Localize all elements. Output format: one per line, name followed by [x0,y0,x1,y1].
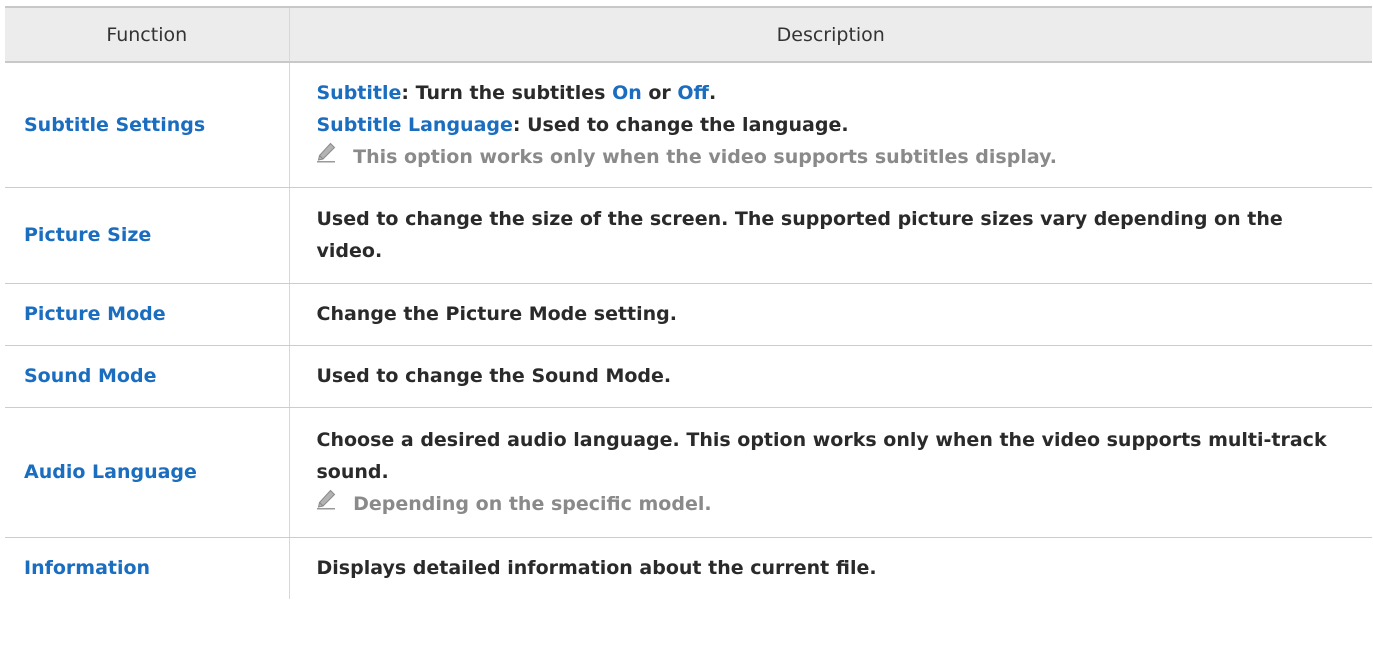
description-text: or [641,81,678,104]
description-line: Subtitle: Turn the subtitles On or Off. [317,77,1349,109]
option-subtitle-language[interactable]: Subtitle Language [317,114,513,136]
function-audio-language[interactable]: Audio Language [5,407,290,538]
table-row: Sound Mode Used to change the Sound Mode… [5,345,1372,408]
table-row: Information Displays detailed informatio… [5,537,1372,599]
description-cell: Subtitle: Turn the subtitles On or Off. … [289,62,1372,188]
description-cell: Displays detailed information about the … [316,557,877,580]
pencil-icon [316,489,335,510]
table-row: Picture Size Used to change the size of … [5,187,1372,284]
description-cell: Change the Picture Mode setting. [289,283,1372,346]
description-text: . [708,81,717,104]
description-text: Choose a desired audio language. This op… [316,429,1327,483]
pencil-icon [316,142,335,163]
description-cell: Used to change the Sound Mode. [289,345,1372,408]
option-off[interactable]: Off [677,82,709,104]
note-text: This option works only when the video su… [353,145,1057,168]
note-line: This option works only when the video su… [316,141,1349,173]
table-row: Subtitle Settings Subtitle: Turn the sub… [5,62,1372,188]
description-line: Subtitle Language: Used to change the la… [317,109,1349,141]
function-sound-mode[interactable]: Sound Mode [5,345,290,408]
description-text: : Used to change the language. [512,113,849,136]
function-information[interactable]: Information [5,537,290,599]
header-description: Description [289,6,1372,63]
option-subtitle[interactable]: Subtitle [317,82,402,104]
function-table: Function Description Subtitle Settings S… [5,6,1372,599]
function-subtitle-settings[interactable]: Subtitle Settings [5,62,290,188]
function-picture-size[interactable]: Picture Size [5,187,290,284]
option-on[interactable]: On [612,82,642,104]
table-header-row: Function Description [5,6,1372,63]
note-line: Depending on the specific model. [316,488,1349,520]
table-row: Audio Language Choose a desired audio la… [5,407,1372,538]
function-picture-mode[interactable]: Picture Mode [5,283,290,346]
note-text: Depending on the specific model. [353,493,712,515]
description-text: : Turn the subtitles [401,81,613,104]
description-cell: Used to change the size of the screen. T… [289,187,1372,284]
description-cell: Choose a desired audio language. This op… [289,407,1372,538]
table-row: Picture Mode Change the Picture Mode set… [5,283,1372,346]
header-function: Function [5,6,290,63]
